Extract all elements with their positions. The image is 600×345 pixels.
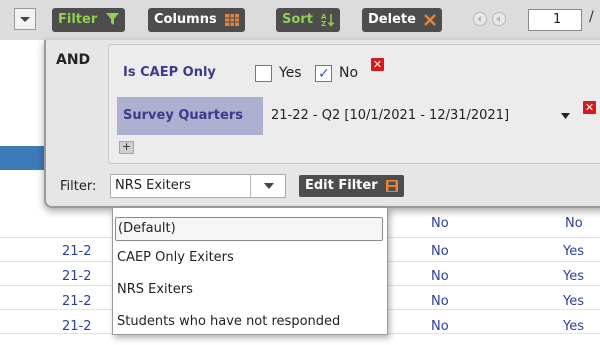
logical-operator[interactable]: AND [56, 52, 90, 68]
delete-button[interactable]: Delete [362, 8, 443, 32]
yes-checkbox[interactable] [255, 65, 272, 82]
grid-cell[interactable]: Yes [563, 269, 584, 284]
edit-filter-button[interactable]: Edit Filter [299, 175, 405, 197]
grid-cell[interactable]: Yes [563, 319, 584, 334]
survey-quarters-value[interactable]: 21-22 - Q2 [10/1/2021 - 12/31/2021] [271, 108, 509, 123]
close-x-icon [424, 13, 437, 26]
operator-column: AND [46, 40, 108, 166]
selected-row-indicator [0, 146, 46, 170]
filter-panel: AND Is CAEP Only Yes ✓ No ✕ Survey Quart… [44, 40, 600, 208]
condition-group: Is CAEP Only Yes ✓ No ✕ Survey Quarters … [108, 44, 600, 164]
filter-option[interactable]: NRS Exiters [117, 282, 193, 297]
field-survey-quarters[interactable]: Survey Quarters [123, 108, 243, 123]
grid-cell[interactable]: No [431, 216, 449, 231]
grid-cell[interactable]: Yes [563, 294, 584, 309]
grid-cell[interactable]: 21-2 [62, 294, 92, 309]
filter-option[interactable]: CAEP Only Exiters [117, 250, 234, 265]
previous-page-icon[interactable] [492, 12, 506, 26]
page-number-input[interactable]: 1 [528, 9, 582, 31]
first-page-icon[interactable] [473, 12, 487, 26]
columns-button[interactable]: Columns [148, 8, 246, 32]
page-separator: / [589, 9, 594, 25]
save-icon [386, 179, 399, 192]
field-is-caep-only[interactable]: Is CAEP Only [123, 65, 216, 80]
sort-button[interactable]: Sort AZ [276, 8, 341, 32]
no-label: No [339, 65, 359, 81]
grid-cell[interactable]: No [431, 269, 449, 284]
filter-label: Filter: [60, 179, 97, 194]
filter-option[interactable]: (Default) [115, 217, 383, 241]
no-checkbox[interactable]: ✓ [315, 65, 332, 82]
filter-button[interactable]: Filter [52, 8, 125, 32]
remove-condition-icon[interactable]: ✕ [371, 58, 384, 71]
add-condition-button[interactable]: + [119, 141, 134, 154]
grid-cell[interactable]: No [431, 244, 449, 259]
filter-option[interactable]: Students who have not responded [117, 314, 340, 329]
grid-cell[interactable]: 21-2 [62, 244, 92, 259]
grid-cell[interactable]: No [431, 294, 449, 309]
columns-icon [225, 13, 240, 26]
funnel-icon [105, 13, 119, 25]
grid-cell[interactable]: 21-2 [62, 269, 92, 284]
chevron-down-icon [20, 17, 30, 22]
filter-options-list: (Default) CAEP Only Exiters NRS Exiters … [112, 207, 388, 335]
grid-cell[interactable]: No [565, 216, 583, 231]
grid-cell[interactable]: 21-2 [62, 319, 92, 334]
sort-az-icon: AZ [321, 13, 335, 27]
grid-toolbar: Filter Columns Sort AZ Delete 1 / [0, 0, 600, 40]
chevron-down-icon [264, 183, 274, 189]
checkmark-icon: ✓ [318, 66, 330, 82]
svg-text:Z: Z [321, 20, 326, 27]
grid-cell[interactable]: No [431, 319, 449, 334]
grid-cell[interactable]: Yes [563, 244, 584, 259]
grid-menu-dropdown[interactable] [14, 8, 36, 30]
remove-condition-icon[interactable]: ✕ [583, 101, 596, 114]
filter-dropdown-toggle[interactable] [250, 174, 286, 198]
chevron-down-icon[interactable] [561, 113, 570, 119]
yes-label: Yes [279, 65, 302, 81]
